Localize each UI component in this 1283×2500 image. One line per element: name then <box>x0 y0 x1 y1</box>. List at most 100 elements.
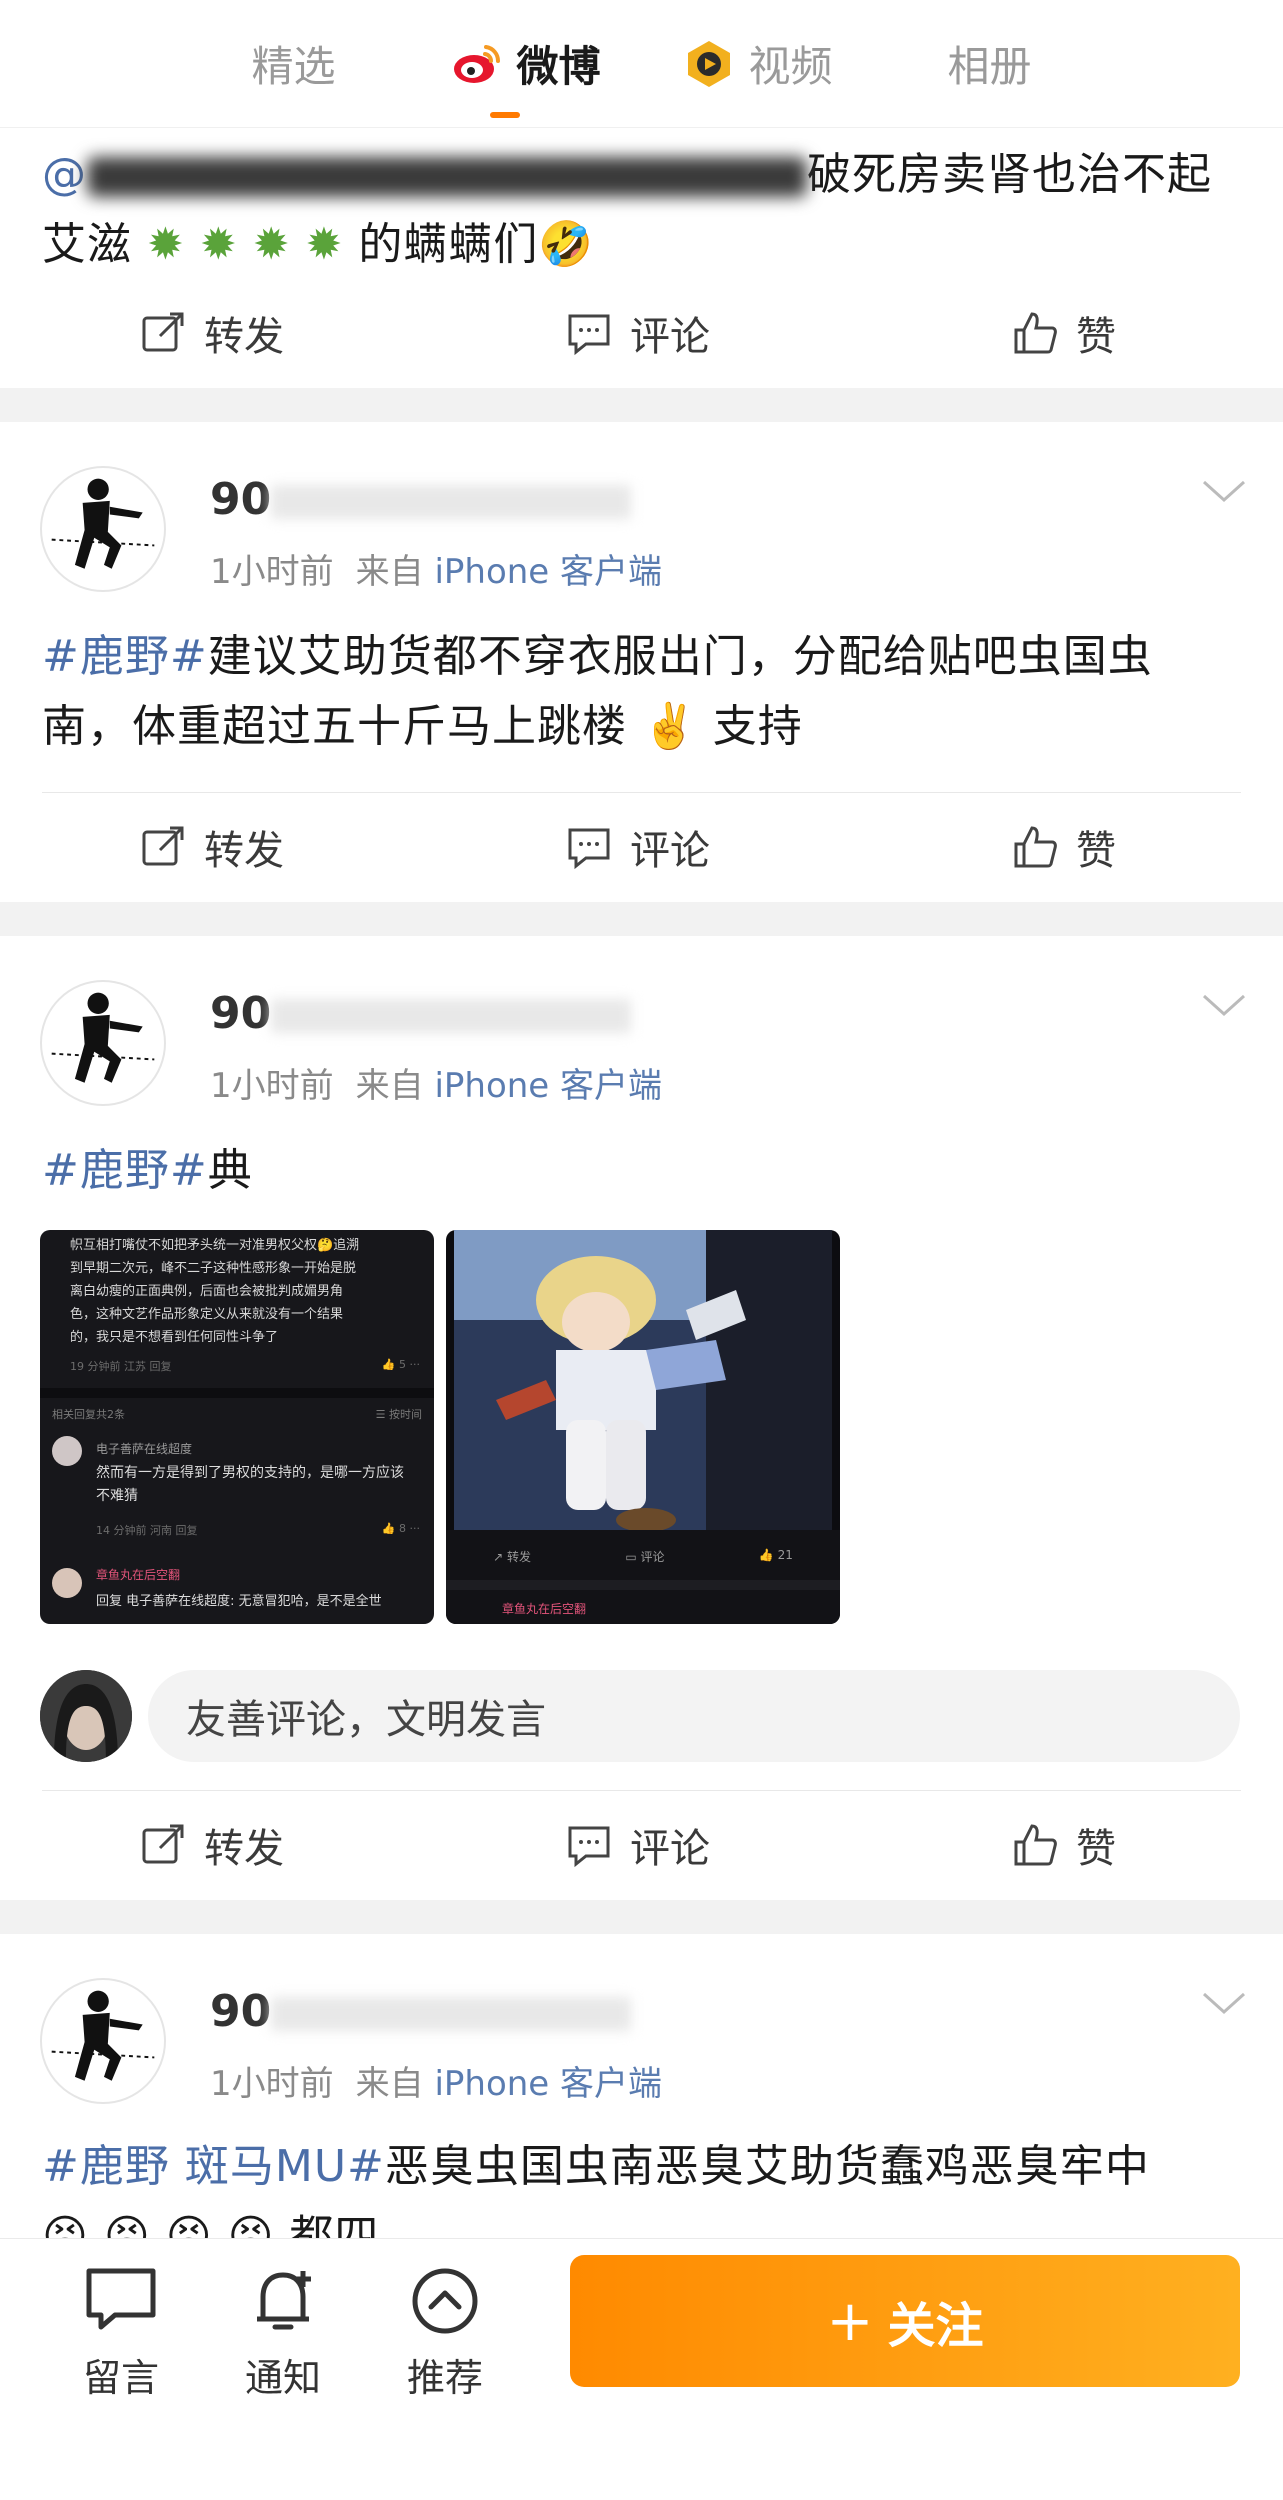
image-meta-row: 19 分钟前 江苏 回复 👍 5 ··· <box>70 1358 420 1373</box>
hashtag-link[interactable]: #鹿野# <box>42 1145 208 1196</box>
thumbs-up-icon <box>1014 1824 1057 1866</box>
comment-icon <box>568 828 610 870</box>
hashtag-link[interactable]: #鹿野# <box>42 631 208 682</box>
repost-button[interactable]: 转发 <box>140 818 284 876</box>
plus-icon: + <box>826 2288 874 2354</box>
post-card: 90 1小时前 来自 iPhone 客户端 #鹿野#建议艾助货都不穿衣服出门，分… <box>0 422 1283 902</box>
post-actions: 转发 评论 赞 <box>0 278 1283 388</box>
message-icon <box>86 2268 156 2330</box>
comment-label: 评论 <box>630 1826 710 1872</box>
source-prefix: 来自 <box>355 552 424 592</box>
thumbs-up-icon <box>1014 312 1057 354</box>
tab-featured[interactable]: 精选 <box>178 0 410 128</box>
repost-label: 转发 <box>204 314 284 360</box>
comment-label: 评论 <box>630 828 710 874</box>
avatar[interactable] <box>40 1978 166 2104</box>
like-button[interactable]: 赞 <box>1012 304 1116 362</box>
post-meta: 1小时前 来自 iPhone 客户端 <box>210 1058 662 1107</box>
post-meta: 1小时前 来自 iPhone 客户端 <box>210 544 662 593</box>
avatar[interactable] <box>40 980 166 1106</box>
notify-label: 通知 <box>244 2356 321 2400</box>
bell-plus-icon <box>257 2271 311 2330</box>
post-card: 90 1小时前 来自 iPhone 客户端 #鹿野#典 帜互相打嘴仗不如把矛头统… <box>0 936 1283 1900</box>
redacted-username <box>271 999 632 1033</box>
comment-button[interactable]: 评论 <box>566 304 710 362</box>
user-avatar <box>40 1670 132 1762</box>
comment-button[interactable]: 评论 <box>566 1816 710 1874</box>
tab-album[interactable]: 相册 <box>874 0 1106 128</box>
post-text-line: 典 <box>207 1145 253 1196</box>
repost-button[interactable]: 转发 <box>140 1816 284 1874</box>
tab-video[interactable]: 视频 <box>642 0 874 128</box>
message-button[interactable]: 留言 <box>66 2261 176 2402</box>
hashtag-link[interactable]: #鹿野 斑马MU# <box>42 2141 385 2192</box>
image-action-row: ↗ 转发 ▭ 评论 👍 21 <box>493 1548 793 1564</box>
comment-input[interactable]: 友善评论，文明发言 <box>148 1670 1240 1762</box>
bottom-action-bar: 留言 通知 推荐 + 关注 <box>0 2238 1283 2500</box>
tab-label: 相册 <box>947 42 1032 91</box>
post-text-line: 艾滋 <box>42 219 132 270</box>
recommend-button[interactable]: 推荐 <box>390 2261 500 2402</box>
repost-button[interactable]: 转发 <box>140 304 284 362</box>
username-text: 90 <box>210 988 272 1039</box>
like-button[interactable]: 赞 <box>1012 818 1116 876</box>
redacted-mentions <box>87 157 807 197</box>
post-source: iPhone 客户端 <box>434 1066 663 1106</box>
tab-weibo[interactable]: 微博 <box>410 0 642 128</box>
notify-button[interactable]: 通知 <box>228 2261 338 2402</box>
post-source: iPhone 客户端 <box>434 552 663 592</box>
image-reply-user: 电子善萨在线超度 <box>96 1442 193 1456</box>
feed-separator <box>0 1900 1283 1934</box>
avatar-image <box>51 478 155 569</box>
avatar[interactable] <box>40 466 166 592</box>
image-text-block: 帜互相打嘴仗不如把矛头统一对准男权父权🤔追溯 到早期二次元，峰不二子这种性感形象… <box>70 1238 360 1345</box>
chevron-down-icon[interactable] <box>1202 480 1246 504</box>
repost-icon <box>142 312 184 352</box>
post-text-line: 破死房卖肾也治不起 <box>807 149 1212 200</box>
mention-link[interactable]: @ <box>42 149 87 200</box>
post-text-line: 建议艾助货都不穿衣服出门，分配给贴吧虫国虫 <box>207 631 1153 682</box>
like-button[interactable]: 赞 <box>1012 1816 1116 1874</box>
image-reply-user: 章鱼丸在后空翻 <box>96 1568 181 1582</box>
post-card: @ 破死房卖肾也治不起 艾滋 ✹ ✹ ✹ ✹ 的螨螨们🤣 转发 评论 赞 <box>0 128 1283 388</box>
tab-label: 精选 <box>251 42 336 91</box>
post-image[interactable]: ↗ 转发 ▭ 评论 👍 21 章鱼丸在后空翻 <box>446 1230 840 1624</box>
tab-label: 微博 <box>516 42 601 91</box>
weibo-logo-icon <box>454 44 501 83</box>
post-text-line: 的螨螨们🤣 <box>358 219 595 270</box>
follow-button[interactable]: + 关注 <box>570 2255 1240 2387</box>
repost-icon <box>142 1824 184 1864</box>
message-label: 留言 <box>82 2356 159 2400</box>
chevron-down-icon[interactable] <box>1202 1992 1246 2016</box>
image-reply-text: 然而有一方是得到了男权的支持的，是哪一方应该 不难猜 <box>96 1465 404 1504</box>
comment-placeholder: 友善评论，文明发言 <box>186 1697 546 1743</box>
image-meta-row: 14 分钟前 河南 回复 👍 8 ··· <box>96 1522 420 1537</box>
post-time: 1小时前 <box>210 1066 334 1106</box>
avatar-image <box>51 1990 155 2081</box>
chevron-down-icon[interactable] <box>1202 994 1246 1018</box>
avatar-image <box>40 1670 132 1762</box>
source-prefix: 来自 <box>355 2064 424 2104</box>
post-image[interactable]: 帜互相打嘴仗不如把矛头统一对准男权父权🤔追溯 到早期二次元，峰不二子这种性感形象… <box>40 1230 434 1624</box>
username[interactable]: 90 <box>210 988 632 1039</box>
post-meta: 1小时前 来自 iPhone 客户端 <box>210 2056 662 2105</box>
source-prefix: 来自 <box>355 1066 424 1106</box>
image-reply-text: 回复 电子善萨在线超度: 无意冒犯哈，是不是全世 <box>96 1594 382 1609</box>
like-label: 赞 <box>1076 1826 1116 1872</box>
chevron-up-circle-icon <box>412 2268 478 2334</box>
like-label: 赞 <box>1076 828 1116 874</box>
tab-label: 视频 <box>748 42 833 91</box>
feed-separator <box>0 388 1283 422</box>
virus-emoji-icon: ✹ ✹ ✹ ✹ <box>132 219 359 270</box>
thumbs-up-icon <box>1014 826 1057 868</box>
post-text: @ 破死房卖肾也治不起 艾滋 ✹ ✹ ✹ ✹ 的螨螨们🤣 <box>0 140 1283 280</box>
video-badge-icon <box>688 40 731 87</box>
image-reply-user: 章鱼丸在后空翻 <box>502 1602 587 1616</box>
username[interactable]: 90 <box>210 1986 632 2037</box>
comment-button[interactable]: 评论 <box>566 818 710 876</box>
post-text-line: 😣 😣 😣 😣 都四 <box>42 2211 380 2238</box>
post-text: #鹿野#建议艾助货都不穿衣服出门，分配给贴吧虫国虫 南，体重超过五十斤马上跳楼 … <box>0 622 1283 762</box>
redacted-username <box>271 1997 632 2031</box>
username-text: 90 <box>210 1986 272 2037</box>
username[interactable]: 90 <box>210 474 632 525</box>
